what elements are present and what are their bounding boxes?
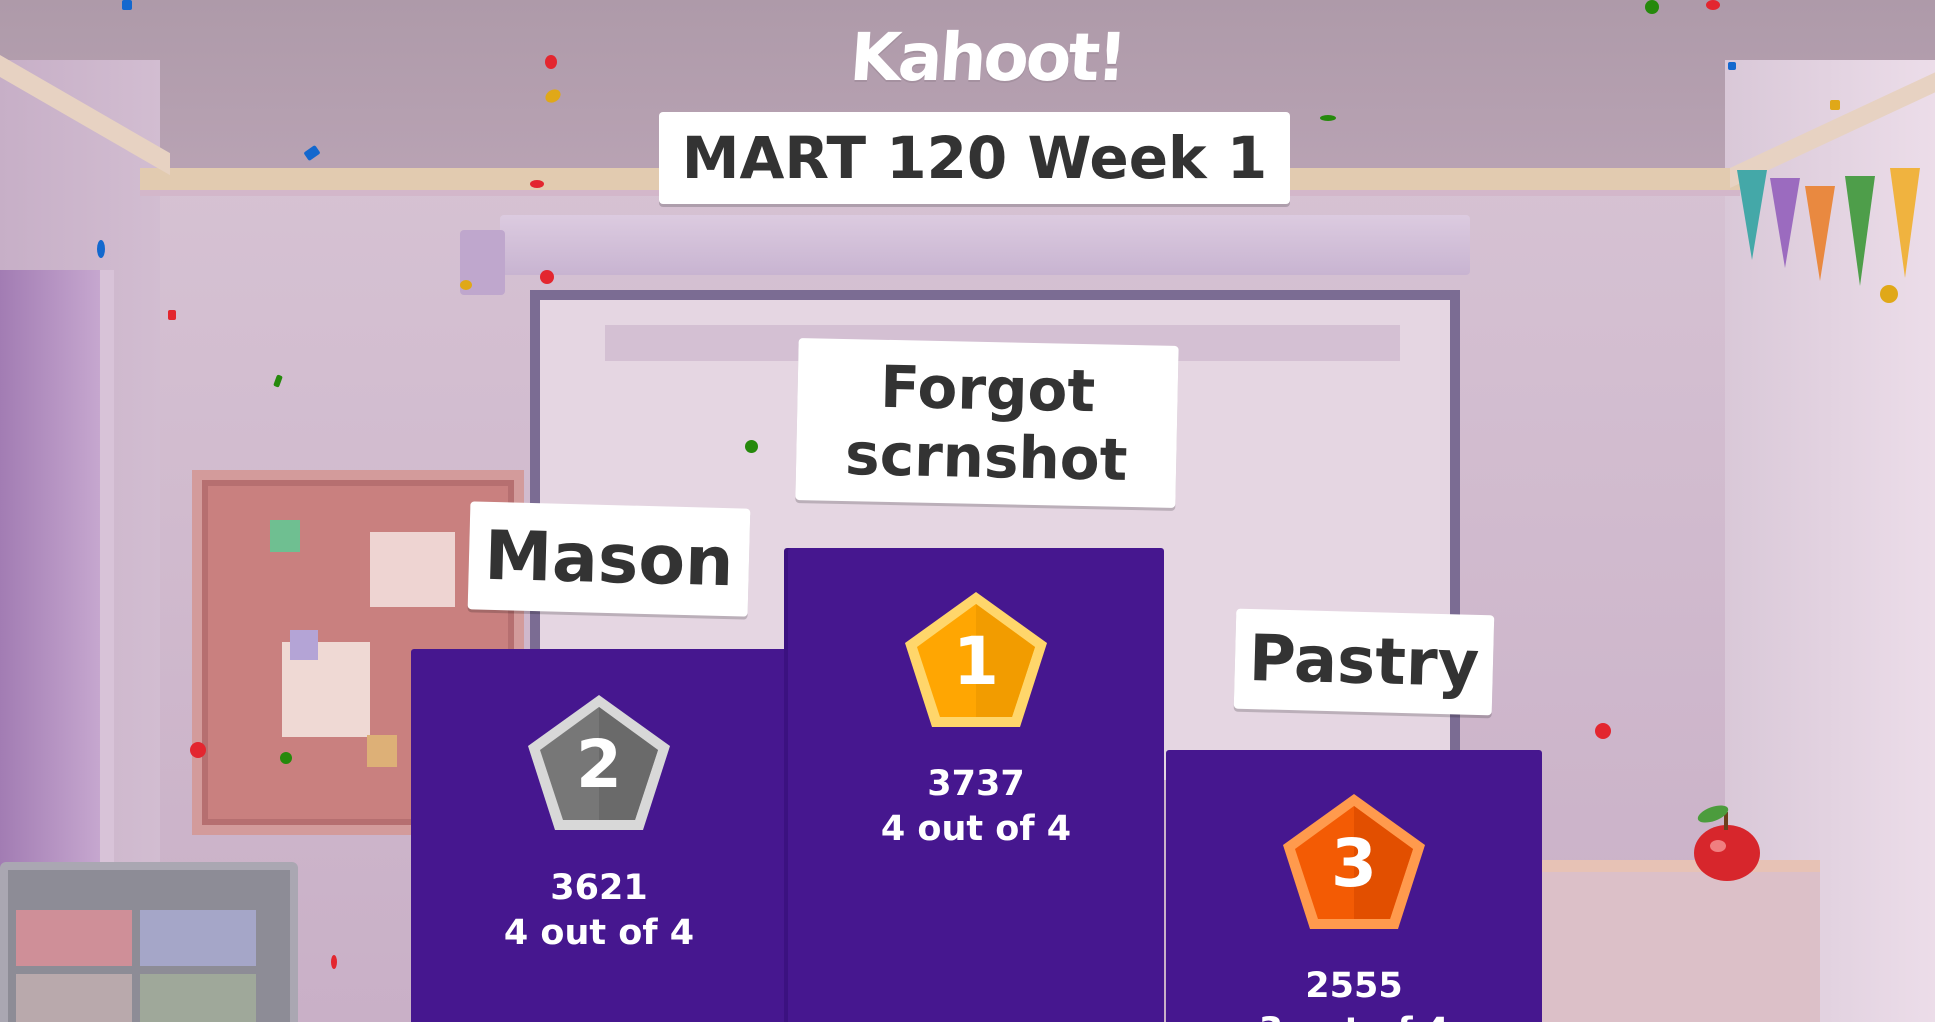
gold-medal-icon: 1 [901, 590, 1051, 732]
second-place-name-card: Mason [467, 501, 751, 617]
second-place-rank: 2 [576, 726, 622, 803]
confetti [1595, 723, 1611, 739]
apple-icon [1694, 805, 1760, 881]
second-place-podium: 2 3621 4 out of 4 [411, 649, 787, 1022]
laptop-screen-grid [16, 910, 256, 1022]
third-place-name-card: Pastry [1233, 608, 1495, 716]
second-place-points: 3621 [550, 868, 648, 908]
confetti [1830, 100, 1840, 110]
confetti [1645, 0, 1659, 14]
quiz-title: MART 120 Week 1 [681, 124, 1268, 192]
second-place-name: Mason [483, 516, 735, 602]
laptop-tile [16, 910, 132, 966]
laptop-tile [16, 974, 132, 1022]
confetti [745, 440, 758, 453]
first-place-name-line2: scrnshot [844, 420, 1129, 494]
second-place-correct: 4 out of 4 [503, 913, 695, 953]
first-place-podium: 1 3737 4 out of 4 [788, 548, 1164, 1022]
third-place-points: 2555 [1305, 966, 1403, 1006]
first-place-points: 3737 [927, 764, 1025, 804]
pennant [1770, 178, 1800, 268]
first-place-name-line1: Forgot [879, 352, 1096, 426]
pennant [1845, 176, 1875, 286]
third-place-podium: 3 2555 3 out of 4 [1166, 750, 1542, 1022]
first-place-correct: 4 out of 4 [880, 809, 1072, 849]
kahoot-logo: Kahoot! [847, 19, 1127, 96]
laptop-tile [140, 974, 256, 1022]
classroom-background: Kahoot! MART 120 Week 1 Mason 2 3621 4 o… [0, 0, 1935, 1022]
confetti [545, 55, 557, 69]
confetti [168, 310, 176, 320]
desk [1540, 860, 1820, 1022]
silver-medal-icon: 2 [524, 693, 674, 835]
confetti [97, 240, 105, 258]
quiz-title-card: MART 120 Week 1 [659, 112, 1290, 204]
confetti [190, 742, 206, 758]
third-place-rank: 3 [1331, 825, 1377, 902]
first-place-name-card: Forgot scrnshot [795, 338, 1179, 508]
bunting-pennants [1730, 168, 1935, 308]
sticky-note [290, 630, 318, 660]
pennant [1890, 168, 1920, 278]
confetti [540, 270, 554, 284]
pennant [1805, 186, 1835, 281]
sticky-note [270, 520, 300, 552]
third-place-score: 2555 3 out of 4 [1166, 964, 1542, 1022]
confetti [1728, 62, 1736, 70]
third-place-name: Pastry [1247, 621, 1481, 703]
laptop-tile [140, 910, 256, 966]
confetti [1320, 115, 1336, 121]
sticky-note [367, 735, 397, 767]
sticky-note [370, 532, 455, 607]
confetti [530, 180, 544, 188]
first-place-score: 3737 4 out of 4 [788, 762, 1164, 852]
confetti [460, 280, 472, 290]
laptop [0, 862, 298, 1022]
third-place-correct: 3 out of 4 [1166, 1009, 1542, 1022]
confetti [122, 0, 132, 10]
projector-screen-roll [500, 215, 1470, 275]
pennant [1737, 170, 1767, 260]
first-place-rank: 1 [953, 623, 999, 700]
second-place-score: 3621 4 out of 4 [411, 866, 787, 956]
door [0, 270, 114, 870]
confetti [1706, 0, 1720, 10]
confetti [331, 955, 337, 969]
bronze-medal-icon: 3 [1279, 792, 1429, 934]
confetti [280, 752, 292, 764]
confetti [1880, 285, 1898, 303]
